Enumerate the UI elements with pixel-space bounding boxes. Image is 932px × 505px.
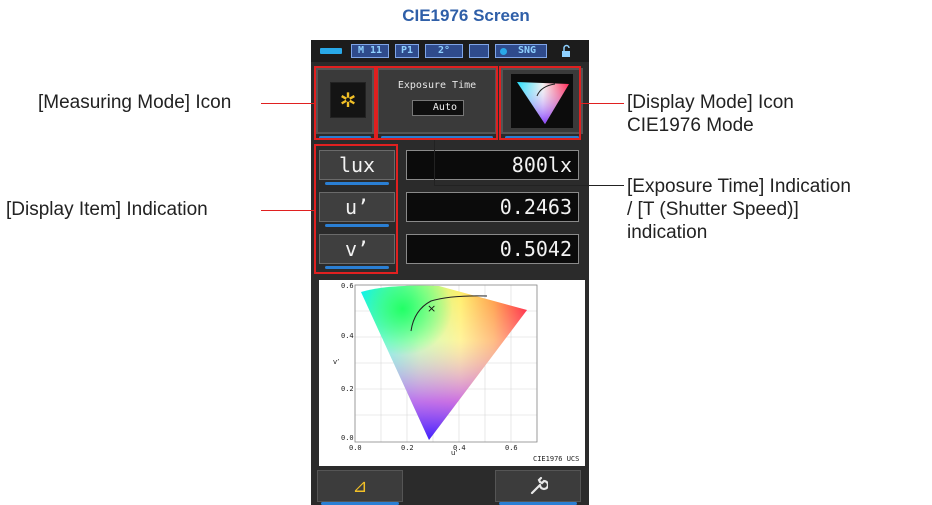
status-angle-chip: 2°: [425, 44, 463, 58]
y-tick-0.6: 0.6: [341, 282, 354, 290]
status-sng-label: SNG: [517, 45, 537, 56]
display-item-highlight: [314, 144, 398, 274]
display-mode-annotation-line1: [Display Mode] Icon: [627, 92, 794, 113]
x-tick-0.2: 0.2: [401, 444, 414, 452]
measuring-mode-annotation: [Measuring Mode] Icon: [38, 92, 232, 113]
exposure-annotation-line2: / [T (Shutter Speed)]: [627, 199, 799, 220]
cie1976-chart-svg: × 0.6 0.4 0.2 0.0 0.0 0.2 0.4 0.6 u’ v’ …: [333, 282, 579, 463]
exposure-leader-vertical: [434, 140, 435, 186]
y-tick-0.0: 0.0: [341, 434, 354, 442]
y-tick-0.4: 0.4: [341, 332, 354, 340]
measuring-mode-leader: [261, 103, 314, 104]
chart-mode-label: CIE1976 UCS: [533, 455, 579, 463]
status-bar: M 11 P1 2° SNG: [311, 40, 589, 62]
battery-icon: [320, 48, 342, 54]
delta-icon: ⊿: [352, 475, 368, 497]
tool-button[interactable]: [495, 470, 581, 502]
chart-xlabel: u’: [451, 449, 458, 457]
u-value: 0.2463: [406, 192, 579, 222]
cie1976-chart: × 0.6 0.4 0.2 0.0 0.0 0.2 0.4 0.6 u’ v’ …: [319, 280, 585, 466]
x-tick-0.6: 0.6: [505, 444, 518, 452]
display-mode-annotation-line2: CIE1976 Mode: [627, 115, 754, 136]
measuring-mode-highlight: [314, 66, 376, 140]
lux-value: 800lx: [406, 150, 579, 180]
display-item-leader: [261, 210, 314, 211]
wrench-icon: [530, 476, 548, 495]
display-item-annotation: [Display Item] Indication: [6, 199, 208, 220]
exposure-annotation-line3: indication: [627, 222, 708, 243]
dot-icon: [500, 48, 507, 55]
lock-icon[interactable]: [559, 44, 573, 58]
v-value: 0.5042: [406, 234, 579, 264]
exposure-time-highlight: [376, 66, 498, 140]
status-sng-chip: SNG: [495, 44, 547, 58]
exposure-leader-horizontal: [434, 185, 624, 186]
x-tick-0.0: 0.0: [349, 444, 362, 452]
status-mode-chip: M 11: [351, 44, 389, 58]
chart-marker: ×: [427, 302, 436, 315]
display-mode-leader: [581, 103, 624, 104]
exposure-annotation-line1: [Exposure Time] Indication: [627, 176, 851, 197]
y-tick-0.2: 0.2: [341, 385, 354, 393]
status-blank-chip: [469, 44, 489, 58]
display-mode-highlight: [499, 66, 581, 140]
delta-button[interactable]: ⊿: [317, 470, 403, 502]
chart-ylabel: v’: [333, 358, 339, 366]
status-program-chip: P1: [395, 44, 419, 58]
page-title: CIE1976 Screen: [402, 6, 530, 25]
